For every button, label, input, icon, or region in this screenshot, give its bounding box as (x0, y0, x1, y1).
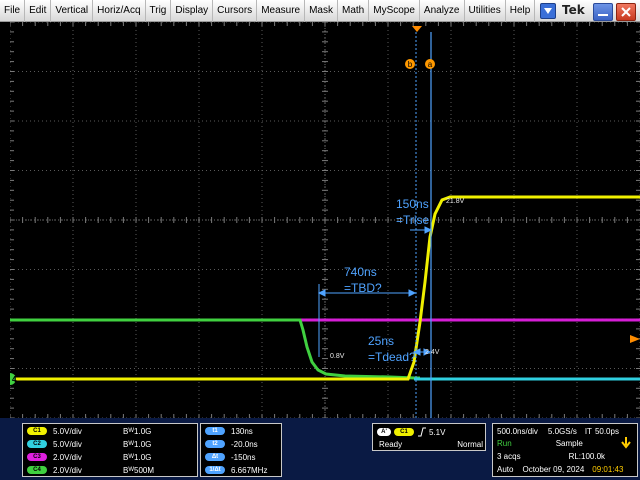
rise-time-name: =Trise (396, 213, 430, 227)
menu-item-math[interactable]: Math (338, 0, 370, 22)
trigger-level-marker[interactable] (630, 335, 640, 343)
acquisition-mode: Sample (555, 438, 583, 448)
horizontal-scale: 500.0ns/div (497, 426, 538, 436)
rise-time-value: 150ns (396, 197, 429, 211)
menu-dropdown-button[interactable] (540, 2, 557, 19)
ch1-waveform (10, 195, 640, 381)
cursor-readout-label: Δt (205, 453, 225, 461)
cursor-readout-row[interactable]: t2 -20.0ns (205, 438, 258, 450)
brand-logo: Tek (562, 3, 585, 17)
menu-item-analyze[interactable]: Analyze (420, 0, 465, 22)
menu-item-horiz-acq[interactable]: Horiz/Acq (93, 0, 146, 22)
channel-chip: C1 (27, 427, 47, 435)
cursor-readout-value: 6.667MHz (231, 465, 268, 475)
cursor-a-label: a (428, 60, 433, 69)
tbd-time-name: =TBD? (344, 281, 382, 295)
ch4-waveform (10, 318, 420, 380)
chevron-down-icon (544, 7, 553, 14)
channel-row-c2[interactable]: C2 5.0V/div B W 1.0G (27, 438, 151, 450)
it-value: 50.0ps (594, 426, 619, 436)
tbd-time-value: 740ns (344, 265, 377, 279)
cursor-b-label: b (408, 60, 413, 69)
level-low-label: 0.8V (330, 353, 345, 360)
status-panel: C1 5.0V/div B W 1.0G C2 5.0V/div B W 1.0G C3 2.0V/d… (0, 418, 640, 480)
trigger-status: Ready (379, 439, 403, 449)
level-top-label: 21.8V (446, 198, 465, 205)
acquisition-count: 3 acqs (497, 451, 521, 461)
cursor-readout-value: 130ns (231, 426, 253, 436)
trigger-arrow-icon (621, 437, 631, 449)
trigger-type: Normal (457, 439, 483, 449)
channel-scale: 2.0V/div (53, 465, 82, 475)
menu-bar: File Edit Vertical Horiz/Acq Trig Display Curs… (0, 0, 640, 22)
channel-scale: 5.0V/div (53, 439, 82, 449)
channel-row-c4[interactable]: C4 2.0V/div B W 500M (27, 464, 154, 476)
close-icon (621, 7, 631, 17)
level-high-label: 2.4V (425, 349, 440, 356)
menu-items: File Edit Vertical Horiz/Acq Trig Display Curs… (0, 0, 536, 22)
channel-row-c1[interactable]: C1 5.0V/div B W 1.0G (27, 425, 151, 437)
cursor-readout-label: t2 (205, 440, 225, 448)
trigger-position-marker[interactable] (412, 26, 422, 32)
cursor-readout-row[interactable]: Δt -150ns (205, 451, 255, 463)
close-button[interactable] (616, 3, 636, 21)
minimize-button[interactable] (593, 3, 613, 21)
menu-item-file[interactable]: File (0, 0, 26, 22)
channel-scale: 5.0V/div (53, 426, 82, 436)
acquisition-date: October 09, 2024 (522, 464, 585, 474)
cursor-readout-row[interactable]: 1/Δt 6.667MHz (205, 464, 267, 476)
cursor-readout-label: 1/Δt (205, 466, 225, 474)
waveform-display[interactable]: b a 4 (10, 22, 640, 418)
channel-chip: C3 (27, 453, 47, 461)
menu-item-mask[interactable]: Mask (305, 0, 338, 22)
dead-time-value: 25ns (368, 334, 395, 348)
trigger-mode-chip: A' (377, 428, 391, 436)
menu-item-utilities[interactable]: Utilities (465, 0, 506, 22)
cursor-readout-row[interactable]: t1 130ns (205, 425, 253, 437)
menu-item-cursors[interactable]: Cursors (213, 0, 258, 22)
cursor-readout-box[interactable]: t1 130ns t2 -20.0ns Δt -150ns 1/Δt 6.667MHz (200, 423, 282, 477)
minimize-icon (598, 14, 608, 16)
cursor-readout-value: -150ns (231, 452, 256, 462)
channel-bandwidth: 1.0G (134, 452, 152, 462)
menu-item-myscope[interactable]: MyScope (369, 0, 420, 22)
it-label: IT (584, 426, 592, 436)
acquisition-state: Run (497, 438, 512, 448)
auto-label: Auto (497, 464, 514, 474)
graticule-grid (10, 22, 640, 418)
cursor-readout-value: -20.0ns (231, 439, 258, 449)
channel-bandwidth: 1.0G (134, 439, 152, 449)
rising-edge-icon (418, 427, 426, 437)
cursor-readout-label: t1 (205, 427, 225, 435)
sample-rate: 5.0GS/s (547, 426, 577, 436)
menu-item-trig[interactable]: Trig (146, 0, 172, 22)
channel-chip: C2 (27, 440, 47, 448)
acquisition-readout-box[interactable]: 500.0ns/div 5.0GS/s IT 50.0ps Run Sample… (492, 423, 638, 477)
menu-item-edit[interactable]: Edit (25, 0, 52, 22)
trigger-channel-chip: C1 (394, 428, 414, 436)
channel-chip: C4 (27, 466, 47, 474)
channel-row-c3[interactable]: C3 2.0V/div B W 1.0G (27, 451, 151, 463)
channel-bandwidth: 500M (134, 465, 155, 475)
record-length: RL:100.0k (568, 451, 606, 461)
trigger-level: 5.1V (429, 427, 446, 437)
dead-time-name: =Tdead? (368, 350, 416, 364)
trigger-readout-box[interactable]: A' C1 5.1V Ready Normal (372, 423, 486, 451)
menu-item-help[interactable]: Help (506, 0, 536, 22)
channel-readout-box[interactable]: C1 5.0V/div B W 1.0G C2 5.0V/div B W 1.0G C3 2.0V/d… (22, 423, 198, 477)
channel-scale: 2.0V/div (53, 452, 82, 462)
acquisition-time: 09:01:43 (592, 464, 624, 474)
channel-bandwidth: 1.0G (134, 426, 152, 436)
ch4-ground-label: 4 (12, 375, 17, 384)
menu-item-display[interactable]: Display (171, 0, 214, 22)
menu-item-measure[interactable]: Measure (257, 0, 306, 22)
menu-item-vertical[interactable]: Vertical (51, 0, 94, 22)
